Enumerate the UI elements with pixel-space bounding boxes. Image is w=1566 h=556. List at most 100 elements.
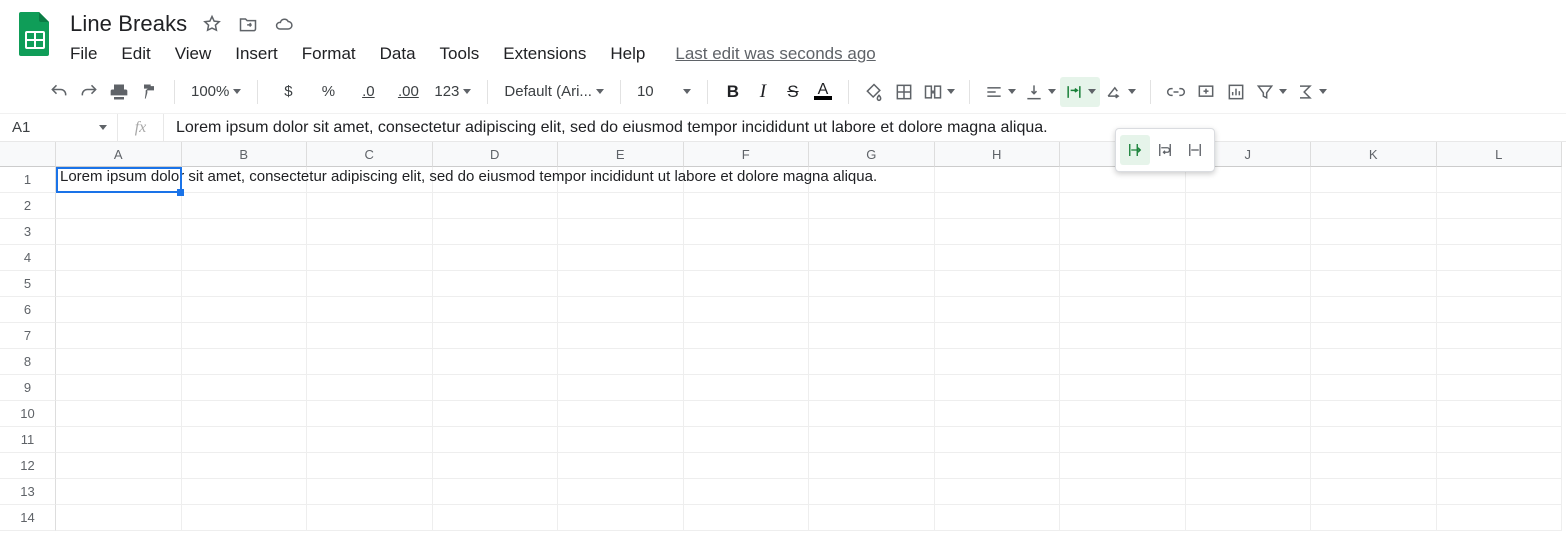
cell[interactable] xyxy=(684,271,810,297)
last-edit-link[interactable]: Last edit was seconds ago xyxy=(675,44,875,64)
cell[interactable] xyxy=(1060,479,1186,505)
cell[interactable] xyxy=(433,323,559,349)
cell[interactable] xyxy=(1186,505,1312,531)
cell[interactable] xyxy=(809,479,935,505)
cell[interactable] xyxy=(56,323,182,349)
cell[interactable] xyxy=(307,297,433,323)
cell[interactable] xyxy=(809,245,935,271)
bold-button[interactable]: B xyxy=(718,77,748,107)
cell[interactable] xyxy=(1060,245,1186,271)
row-header[interactable]: 12 xyxy=(0,453,56,479)
cell[interactable] xyxy=(433,297,559,323)
cell[interactable] xyxy=(1186,297,1312,323)
cell[interactable] xyxy=(1311,271,1437,297)
cell[interactable] xyxy=(558,427,684,453)
name-box[interactable]: A1 xyxy=(0,114,118,141)
cell[interactable] xyxy=(307,245,433,271)
font-select[interactable]: Default (Ari... xyxy=(498,77,610,107)
row-header[interactable]: 8 xyxy=(0,349,56,375)
cell[interactable] xyxy=(433,245,559,271)
star-icon[interactable] xyxy=(201,13,223,35)
undo-button[interactable] xyxy=(44,77,74,107)
row-header[interactable]: 5 xyxy=(0,271,56,297)
cell[interactable] xyxy=(56,219,182,245)
cell[interactable] xyxy=(182,193,308,219)
cell[interactable] xyxy=(1060,349,1186,375)
text-wrap-button[interactable] xyxy=(1060,77,1100,107)
cloud-status-icon[interactable] xyxy=(273,13,295,35)
cell[interactable] xyxy=(1186,479,1312,505)
cell[interactable] xyxy=(1311,505,1437,531)
cell[interactable] xyxy=(935,427,1061,453)
cell[interactable] xyxy=(684,167,810,193)
cell[interactable] xyxy=(1437,245,1563,271)
cell[interactable] xyxy=(809,349,935,375)
zoom-select[interactable]: 100% xyxy=(185,77,247,107)
cell[interactable] xyxy=(433,479,559,505)
cell[interactable] xyxy=(935,167,1061,193)
cell[interactable] xyxy=(684,453,810,479)
cell[interactable] xyxy=(182,349,308,375)
cell[interactable] xyxy=(56,297,182,323)
cell[interactable] xyxy=(1060,427,1186,453)
cell[interactable] xyxy=(56,167,182,193)
cell[interactable] xyxy=(433,401,559,427)
cell[interactable] xyxy=(558,349,684,375)
text-rotation-button[interactable] xyxy=(1100,77,1140,107)
cell[interactable] xyxy=(935,219,1061,245)
menu-data[interactable]: Data xyxy=(368,40,428,68)
select-all-corner[interactable] xyxy=(0,142,56,167)
cell[interactable] xyxy=(1437,193,1563,219)
cell[interactable] xyxy=(809,167,935,193)
cell[interactable] xyxy=(1060,401,1186,427)
format-percent-button[interactable]: % xyxy=(308,77,348,107)
menu-insert[interactable]: Insert xyxy=(223,40,290,68)
cell[interactable] xyxy=(56,193,182,219)
cell[interactable] xyxy=(1186,219,1312,245)
cell[interactable] xyxy=(1311,297,1437,323)
cell[interactable] xyxy=(1437,323,1563,349)
cell[interactable] xyxy=(1060,271,1186,297)
row-header[interactable]: 2 xyxy=(0,193,56,219)
cell[interactable] xyxy=(684,193,810,219)
cell[interactable] xyxy=(558,219,684,245)
vertical-align-button[interactable] xyxy=(1020,77,1060,107)
cell[interactable] xyxy=(809,297,935,323)
cell[interactable] xyxy=(307,193,433,219)
cell[interactable] xyxy=(56,401,182,427)
col-header[interactable]: G xyxy=(809,142,935,167)
col-header[interactable]: K xyxy=(1311,142,1437,167)
cell[interactable] xyxy=(182,479,308,505)
cell[interactable] xyxy=(307,219,433,245)
cell[interactable] xyxy=(307,453,433,479)
cell[interactable] xyxy=(1186,323,1312,349)
cell[interactable] xyxy=(684,375,810,401)
cell[interactable] xyxy=(1437,401,1563,427)
row-header[interactable]: 10 xyxy=(0,401,56,427)
menu-tools[interactable]: Tools xyxy=(428,40,492,68)
menu-edit[interactable]: Edit xyxy=(109,40,162,68)
row-header[interactable]: 3 xyxy=(0,219,56,245)
cell[interactable] xyxy=(1437,375,1563,401)
row-header[interactable]: 13 xyxy=(0,479,56,505)
cell[interactable] xyxy=(684,219,810,245)
cell[interactable] xyxy=(935,349,1061,375)
cell[interactable] xyxy=(558,323,684,349)
format-currency-button[interactable]: $ xyxy=(268,77,308,107)
cell[interactable] xyxy=(182,297,308,323)
italic-button[interactable]: I xyxy=(748,77,778,107)
document-title[interactable]: Line Breaks xyxy=(68,11,187,37)
cell[interactable] xyxy=(433,167,559,193)
cell[interactable] xyxy=(433,193,559,219)
cell[interactable] xyxy=(1311,427,1437,453)
row-header[interactable]: 1 xyxy=(0,167,56,193)
cell[interactable] xyxy=(1311,167,1437,193)
cell[interactable] xyxy=(433,375,559,401)
functions-button[interactable] xyxy=(1291,77,1331,107)
cell[interactable] xyxy=(935,323,1061,349)
cell[interactable] xyxy=(935,245,1061,271)
menu-extensions[interactable]: Extensions xyxy=(491,40,598,68)
cell[interactable] xyxy=(558,453,684,479)
cell[interactable] xyxy=(307,505,433,531)
cell[interactable] xyxy=(182,505,308,531)
